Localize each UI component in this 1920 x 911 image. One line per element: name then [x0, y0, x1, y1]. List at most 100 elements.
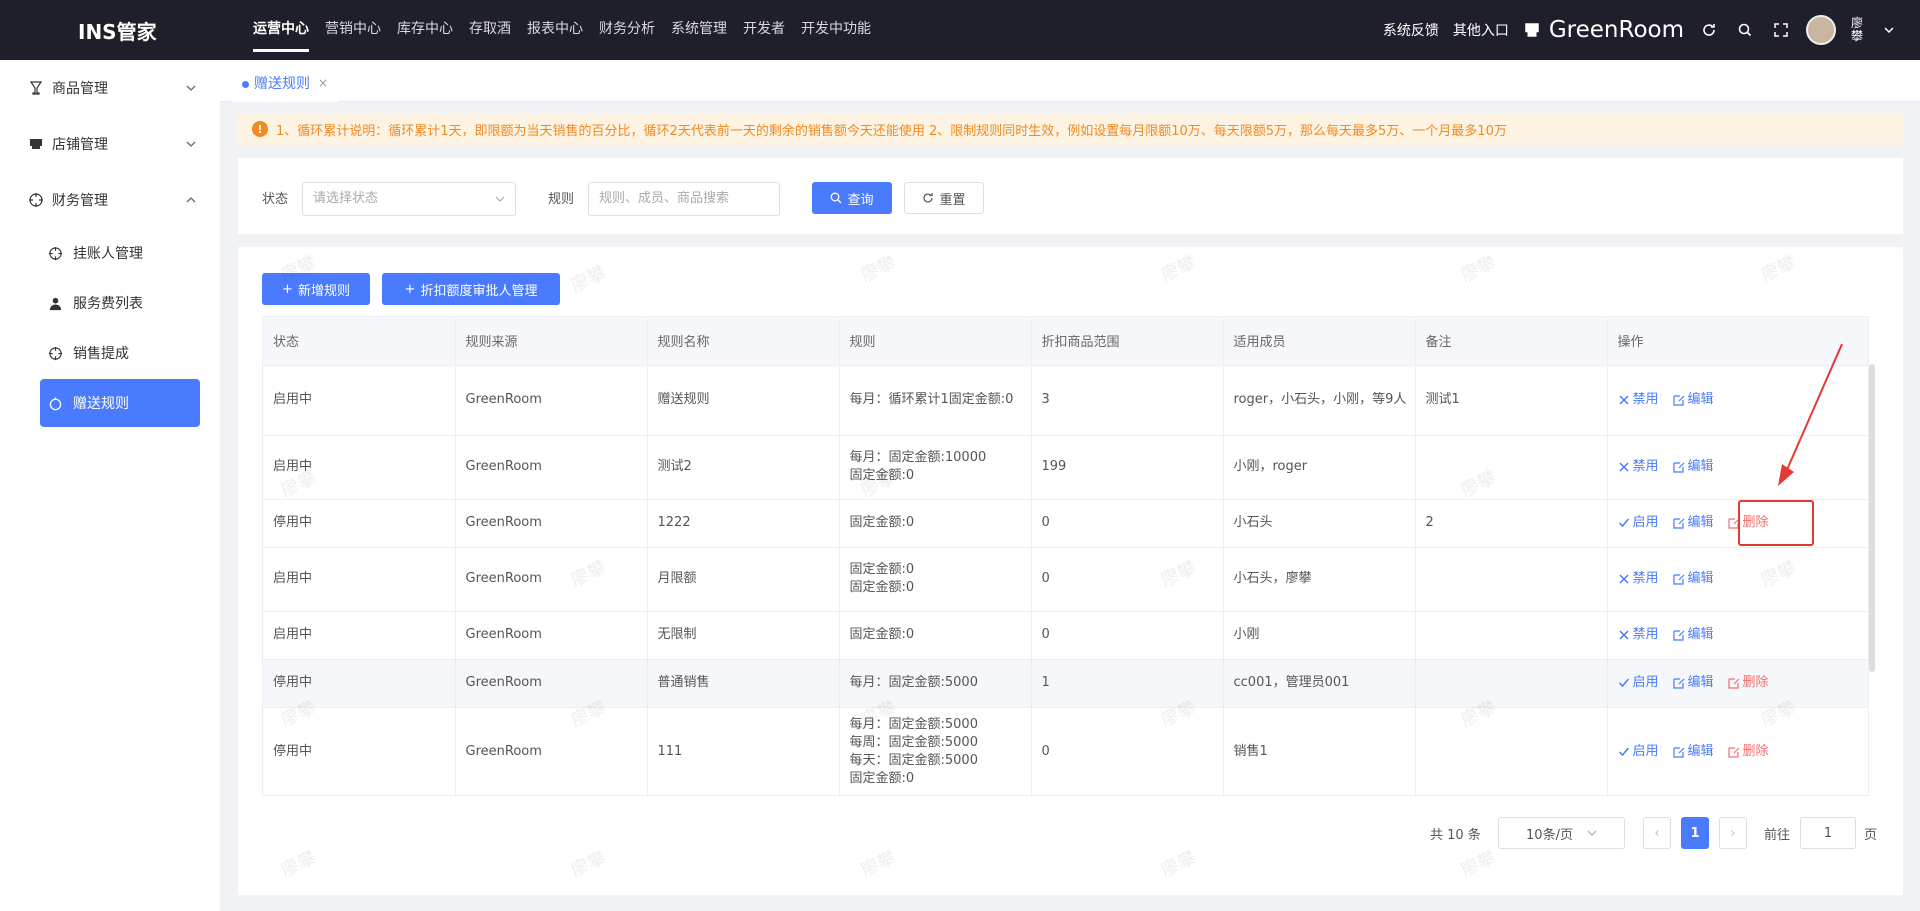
topnav-item[interactable]: 开发者: [735, 0, 793, 60]
top-right: 系统反馈 其他入口 GreenRoom 廖攀: [1383, 0, 1900, 60]
column-header: 适用成员: [1223, 317, 1416, 366]
sidebar-item-finance[interactable]: 财务管理: [0, 180, 220, 220]
op-label: 禁用: [1632, 459, 1659, 474]
next-page-button[interactable]: ›: [1719, 817, 1747, 849]
topnav-item[interactable]: 财务分析: [591, 0, 663, 60]
op-label: 禁用: [1632, 571, 1659, 586]
cell-rule: 每月：固定金额:10000 固定金额:0: [839, 435, 1032, 500]
cell-actions: 禁用 编辑: [1607, 547, 1868, 612]
topnav-item[interactable]: 营销中心: [317, 0, 389, 60]
delete-button[interactable]: 删除: [1727, 743, 1769, 761]
page-size-select[interactable]: 10条/页: [1498, 817, 1625, 849]
edit-icon: [1672, 677, 1685, 689]
refresh-icon[interactable]: [1698, 19, 1720, 41]
approver-button[interactable]: + 折扣额度审批人管理: [382, 273, 560, 305]
op-label: 删除: [1742, 744, 1769, 759]
column-header: 规则名称: [647, 317, 840, 366]
close-icon: [1618, 394, 1630, 406]
edit-icon: [1672, 573, 1685, 585]
cell-name: 1222: [647, 499, 840, 548]
goto-page-input[interactable]: 1: [1800, 817, 1856, 849]
edit-button[interactable]: 编辑: [1672, 458, 1714, 476]
cell-scope: 0: [1031, 499, 1224, 548]
cell-name: 月限额: [647, 547, 840, 612]
cell-rule: 固定金额:0: [839, 499, 1032, 548]
topnav-item[interactable]: 报表中心: [519, 0, 591, 60]
fullscreen-icon[interactable]: [1770, 19, 1792, 41]
search-icon[interactable]: [1734, 19, 1756, 41]
sidebar-sub-service-fee[interactable]: 服务费列表: [40, 281, 200, 325]
edit-icon: [1727, 746, 1740, 758]
total-count: 共 10 条: [1430, 827, 1481, 843]
topnav-item[interactable]: 库存中心: [389, 0, 461, 60]
column-header: 状态: [263, 317, 456, 366]
rule-search-input[interactable]: 规则、成员、商品搜索: [588, 182, 780, 216]
delete-button[interactable]: 删除: [1727, 674, 1769, 692]
cell-members: cc001，管理员001: [1223, 659, 1416, 708]
cell-name: 普通销售: [647, 659, 840, 708]
target-icon: [48, 346, 63, 360]
enable-button[interactable]: 启用: [1618, 674, 1659, 692]
chevron-down-icon: [495, 196, 505, 202]
add-rule-button[interactable]: + 新增规则: [262, 273, 370, 305]
query-label: 查询: [847, 192, 874, 208]
chevron-down-icon: [1587, 830, 1597, 836]
topnav-item[interactable]: 存取酒: [461, 0, 519, 60]
sidebar-sub-commission[interactable]: 销售提成: [40, 331, 200, 375]
chevron-down-icon[interactable]: [1878, 19, 1900, 41]
tab-gift-rules[interactable]: 赠送规则 ×: [232, 66, 339, 102]
edit-button[interactable]: 编辑: [1672, 514, 1714, 532]
cell-note: [1415, 547, 1608, 612]
page-size-value: 10条/页: [1526, 827, 1573, 843]
edit-button[interactable]: 编辑: [1672, 570, 1714, 588]
avatar[interactable]: [1806, 15, 1836, 45]
user-name[interactable]: 廖攀: [1850, 17, 1864, 43]
topnav-item[interactable]: 运营中心: [245, 0, 317, 60]
column-header: 折扣商品范围: [1031, 317, 1224, 366]
cell-source: GreenRoom: [455, 547, 648, 612]
disable-button[interactable]: 禁用: [1618, 570, 1659, 588]
edit-button[interactable]: 编辑: [1672, 391, 1714, 409]
edit-button[interactable]: 编辑: [1672, 626, 1714, 644]
sidebar-item-store[interactable]: 店铺管理: [0, 124, 220, 164]
status-placeholder: 请选择状态: [313, 191, 379, 206]
page-1-button[interactable]: 1: [1681, 817, 1709, 849]
sidebar-item-label: 财务管理: [52, 193, 108, 209]
reset-button[interactable]: 重置: [904, 182, 984, 214]
edit-button[interactable]: 编辑: [1672, 743, 1714, 761]
topnav-item[interactable]: 系统管理: [663, 0, 735, 60]
table-row: 启用中 GreenRoom 月限额 固定金额:0 固定金额:0 0 小石头，廖攀 禁用 编辑: [263, 547, 1868, 612]
query-button[interactable]: 查询: [812, 182, 892, 214]
edit-button[interactable]: 编辑: [1672, 674, 1714, 692]
sidebar-sub-label: 服务费列表: [73, 296, 143, 312]
close-icon[interactable]: ×: [318, 76, 328, 90]
add-rule-label: 新增规则: [297, 283, 350, 299]
feedback-link[interactable]: 系统反馈: [1383, 20, 1439, 40]
sidebar-sub-gift-rules[interactable]: 赠送规则: [40, 379, 200, 427]
status-select[interactable]: 请选择状态: [302, 182, 516, 216]
disable-button[interactable]: 禁用: [1618, 626, 1659, 644]
enable-button[interactable]: 启用: [1618, 514, 1659, 532]
topnav-item[interactable]: 开发中功能: [793, 0, 879, 60]
sidebar: 商品管理 店铺管理 财务管理 挂账人管理 服务费列表 销售提成 赠送规则: [0, 60, 220, 911]
op-label: 编辑: [1687, 392, 1714, 407]
prev-page-button[interactable]: ‹: [1643, 817, 1671, 849]
op-label: 编辑: [1687, 515, 1714, 530]
other-entry-link[interactable]: 其他入口: [1453, 20, 1509, 40]
cell-rule: 固定金额:0: [839, 611, 1032, 660]
cell-members: 小石头，廖攀: [1223, 547, 1416, 612]
cell-source: GreenRoom: [455, 499, 648, 548]
column-header: 规则来源: [455, 317, 648, 366]
table-row: 停用中 GreenRoom 111 每月：固定金额:5000 每周：固定金额:5000…: [263, 707, 1868, 795]
disable-button[interactable]: 禁用: [1618, 458, 1659, 476]
sidebar-sub-credit[interactable]: 挂账人管理: [40, 231, 200, 275]
reset-label: 重置: [939, 192, 966, 208]
cell-note: [1415, 659, 1608, 708]
enable-button[interactable]: 启用: [1618, 743, 1659, 761]
column-header: 规则: [839, 317, 1032, 366]
disable-button[interactable]: 禁用: [1618, 391, 1659, 409]
sidebar-item-goods[interactable]: 商品管理: [0, 68, 220, 108]
table-scrollbar[interactable]: [1869, 364, 1875, 672]
store-switcher[interactable]: GreenRoom: [1523, 17, 1684, 43]
store-icon: [30, 139, 42, 149]
